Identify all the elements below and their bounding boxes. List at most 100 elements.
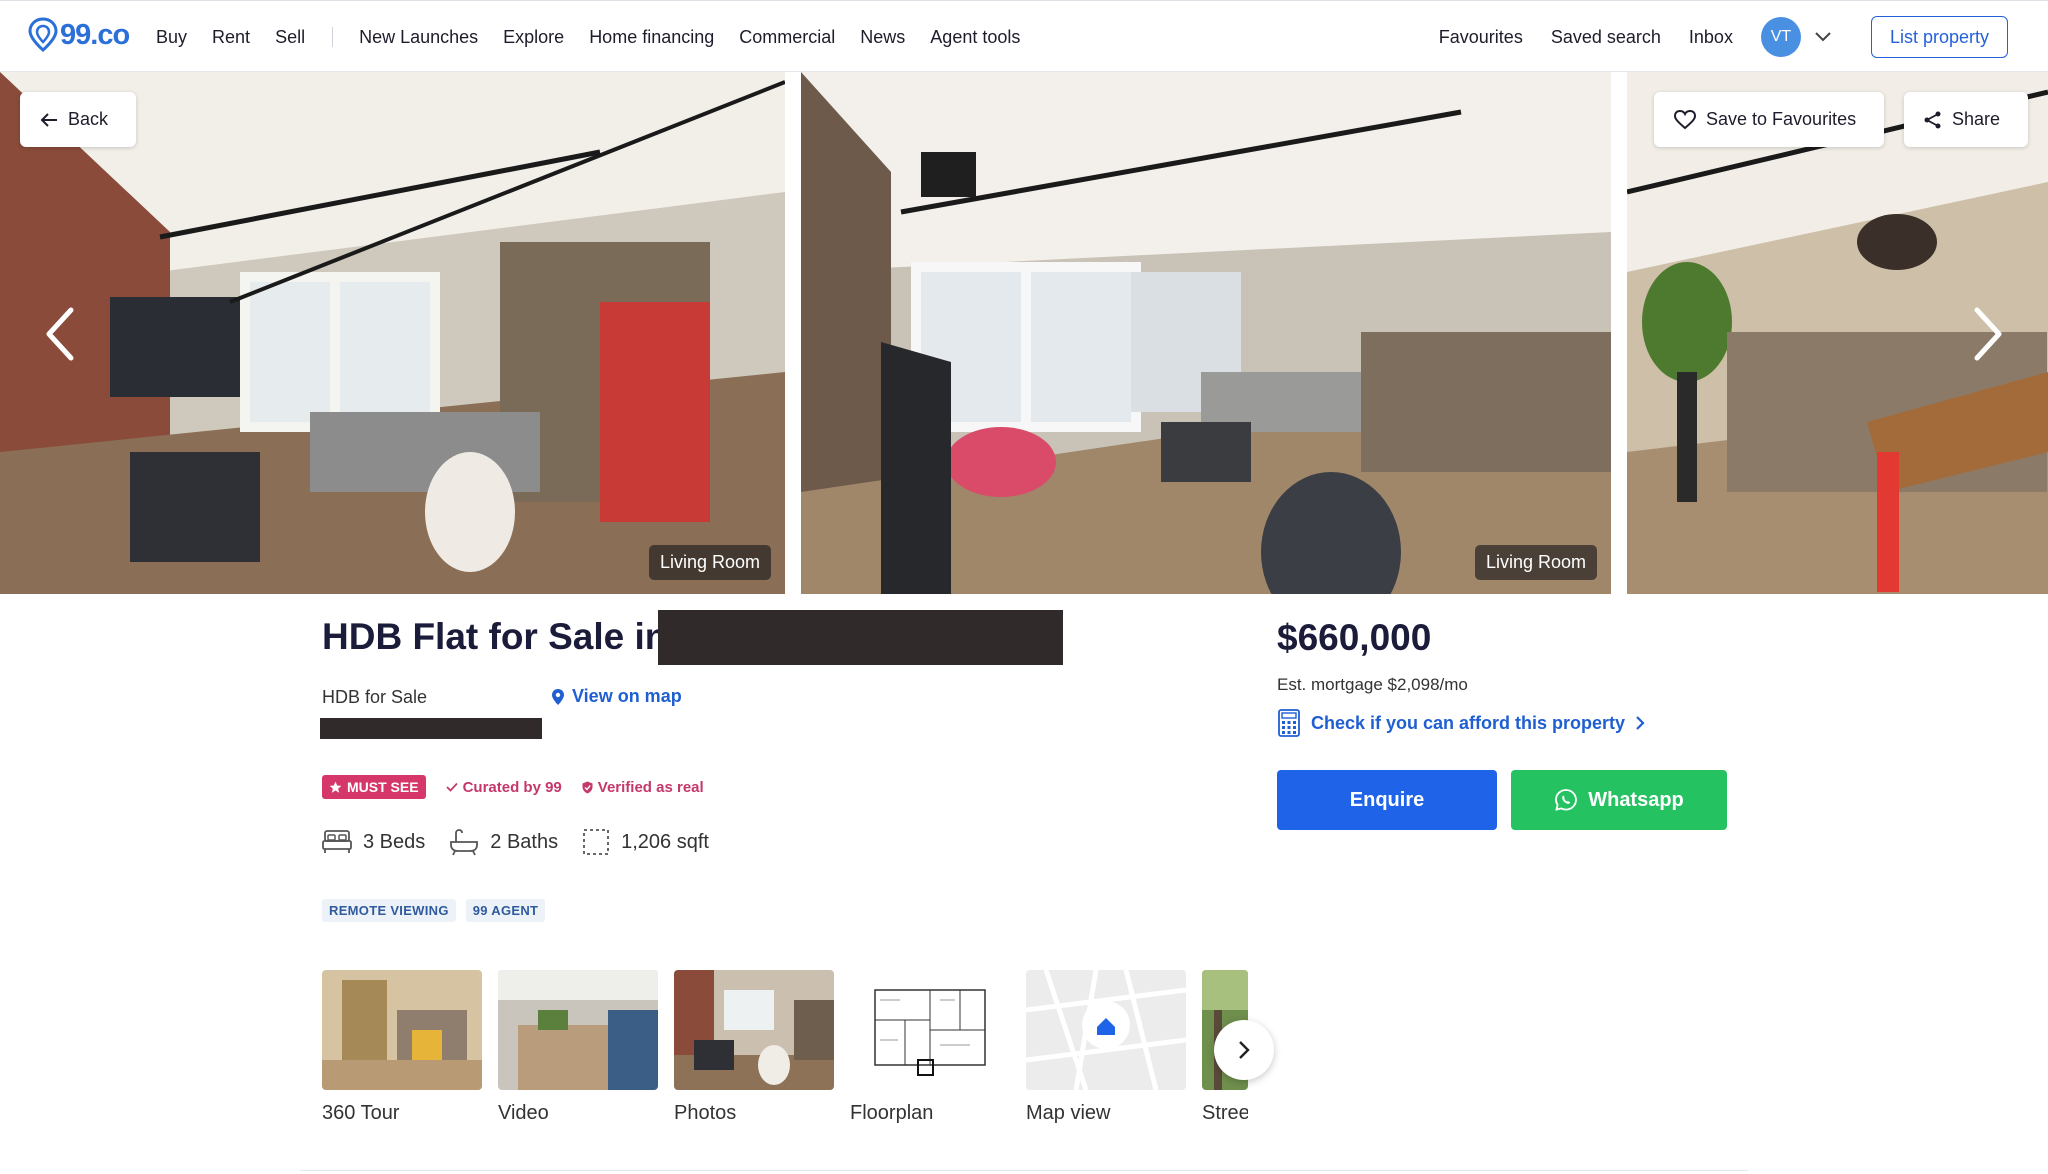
account-menu-toggle[interactable] (1809, 23, 1837, 51)
arrow-left-icon (40, 112, 57, 127)
media-next-button[interactable] (1214, 1020, 1274, 1080)
photo-gallery: Living Room Living Room Back Save to Fav… (0, 72, 2048, 599)
redacted-address (658, 610, 1063, 665)
media-thumb (674, 970, 834, 1090)
redacted-address-line (320, 718, 542, 739)
chevron-right-icon (1239, 1041, 1250, 1059)
verified-label: Verified as real (597, 778, 704, 796)
media-video[interactable]: Video (498, 970, 658, 1125)
media-thumb (850, 970, 1010, 1090)
nav-explore[interactable]: Explore (503, 27, 564, 48)
media-floorplan[interactable]: Floorplan (850, 970, 1010, 1125)
verified-badge: Verified as real (582, 779, 704, 796)
media-carousel: 360 Tour Video Photos Floorplan Map view… (322, 970, 1248, 1140)
whatsapp-icon (1555, 789, 1578, 811)
map-pin-icon (552, 688, 564, 705)
living-room-photo (801, 72, 1611, 594)
logo-text: 99.co (60, 18, 130, 51)
top-nav-bar: 99.co Buy Rent Sell New Launches Explore… (0, 0, 2048, 72)
calculator-icon (1278, 709, 1300, 737)
media-label: Video (498, 1102, 549, 1124)
must-see-label: MUST SEE (347, 779, 419, 795)
nav-sell[interactable]: Sell (275, 27, 305, 48)
nav-news[interactable]: News (860, 27, 905, 48)
logo[interactable]: 99.co (28, 17, 130, 53)
nav-home-financing[interactable]: Home financing (589, 27, 714, 48)
save-label: Save to Favourites (1706, 109, 1857, 129)
area-icon (583, 829, 609, 855)
media-label: Floorplan (850, 1102, 934, 1124)
99-agent-tag: 99 AGENT (465, 899, 546, 922)
chevron-right-icon (1974, 307, 2002, 361)
bed-icon (322, 830, 352, 853)
whatsapp-button[interactable]: Whatsapp (1511, 770, 1727, 830)
media-thumb (322, 970, 482, 1090)
media-map-view[interactable]: Map view (1026, 970, 1186, 1125)
share-label: Share (1952, 109, 2001, 129)
list-property-button[interactable]: List property (1870, 16, 2008, 58)
nav-inbox[interactable]: Inbox (1689, 27, 1733, 48)
afford-label: Check if you can afford this property (1311, 712, 1626, 733)
nav-new-launches[interactable]: New Launches (359, 27, 478, 48)
enquire-button[interactable]: Enquire (1277, 770, 1497, 830)
gallery-prev-button[interactable] (30, 294, 90, 374)
must-see-badge: MUST SEE (322, 775, 426, 799)
nav-rent[interactable]: Rent (212, 27, 250, 48)
media-360-tour[interactable]: 360 Tour (322, 970, 482, 1125)
chevron-left-icon (46, 307, 74, 361)
view-on-map-link[interactable]: View on map (551, 686, 682, 707)
nav-agent-tools[interactable]: Agent tools (930, 27, 1020, 48)
gallery-photo[interactable]: Living Room (0, 72, 785, 594)
living-room-photo (0, 72, 785, 594)
user-nav: Favourites Saved search Inbox VT List pr… (1439, 1, 2008, 73)
share-icon (1924, 111, 1941, 128)
curated-badge: Curated by 99 (445, 778, 562, 796)
heart-icon (1674, 109, 1696, 129)
whatsapp-label: Whatsapp (1588, 788, 1684, 811)
star-icon (329, 781, 342, 793)
listing-badges: MUST SEE Curated by 99 Verified as real (322, 775, 704, 799)
gallery-photo[interactable]: Living Room (801, 72, 1611, 594)
nav-commercial[interactable]: Commercial (739, 27, 835, 48)
remote-viewing-tag: REMOTE VIEWING (322, 899, 456, 922)
listing-price: $660,000 (1277, 617, 1432, 658)
media-label: Photos (674, 1102, 737, 1124)
mortgage-estimate: Est. mortgage $2,098/mo (1277, 675, 1468, 694)
photo-caption: Living Room (648, 545, 771, 580)
beds-spec: 3 Beds (322, 829, 425, 855)
media-thumb (498, 970, 658, 1090)
nav-divider (332, 27, 334, 47)
save-to-favourites-button[interactable]: Save to Favourites (1654, 92, 1884, 147)
bath-icon (450, 829, 479, 856)
view-on-map-label: View on map (572, 686, 682, 706)
media-label: Map view (1026, 1102, 1111, 1124)
afford-check-link[interactable]: Check if you can afford this property (1277, 709, 1645, 737)
nav-saved-search[interactable]: Saved search (1551, 27, 1661, 48)
photo-caption: Living Room (1474, 545, 1597, 580)
baths-value: 2 Baths (490, 830, 559, 853)
listing-tags: REMOTE VIEWING 99 AGENT (322, 899, 546, 922)
curated-label: Curated by 99 (462, 778, 562, 796)
nav-favourites[interactable]: Favourites (1439, 27, 1523, 48)
back-button[interactable]: Back (20, 92, 136, 147)
logo-pin-icon (28, 17, 58, 52)
avatar[interactable]: VT (1760, 17, 1801, 57)
listing-specs: 3 Beds 2 Baths 1,206 sqft (322, 828, 733, 856)
check-icon (445, 782, 458, 792)
listing-title: HDB Flat for Sale in (322, 616, 668, 657)
media-photos[interactable]: Photos (674, 970, 834, 1125)
media-label: 360 Tour (322, 1102, 400, 1124)
baths-spec: 2 Baths (449, 828, 558, 856)
gallery-next-button[interactable] (1958, 294, 2018, 374)
back-label: Back (68, 109, 109, 129)
nav-buy[interactable]: Buy (156, 27, 187, 48)
shield-icon (582, 781, 593, 793)
chevron-right-icon (1636, 716, 1645, 730)
listing-type: HDB for Sale (322, 687, 428, 707)
area-spec: 1,206 sqft (582, 828, 709, 856)
main-nav: Buy Rent Sell New Launches Explore Home … (156, 1, 1045, 73)
area-value: 1,206 sqft (621, 830, 709, 853)
beds-value: 3 Beds (363, 830, 426, 853)
chevron-down-icon (1815, 32, 1831, 42)
share-button[interactable]: Share (1904, 92, 2028, 147)
